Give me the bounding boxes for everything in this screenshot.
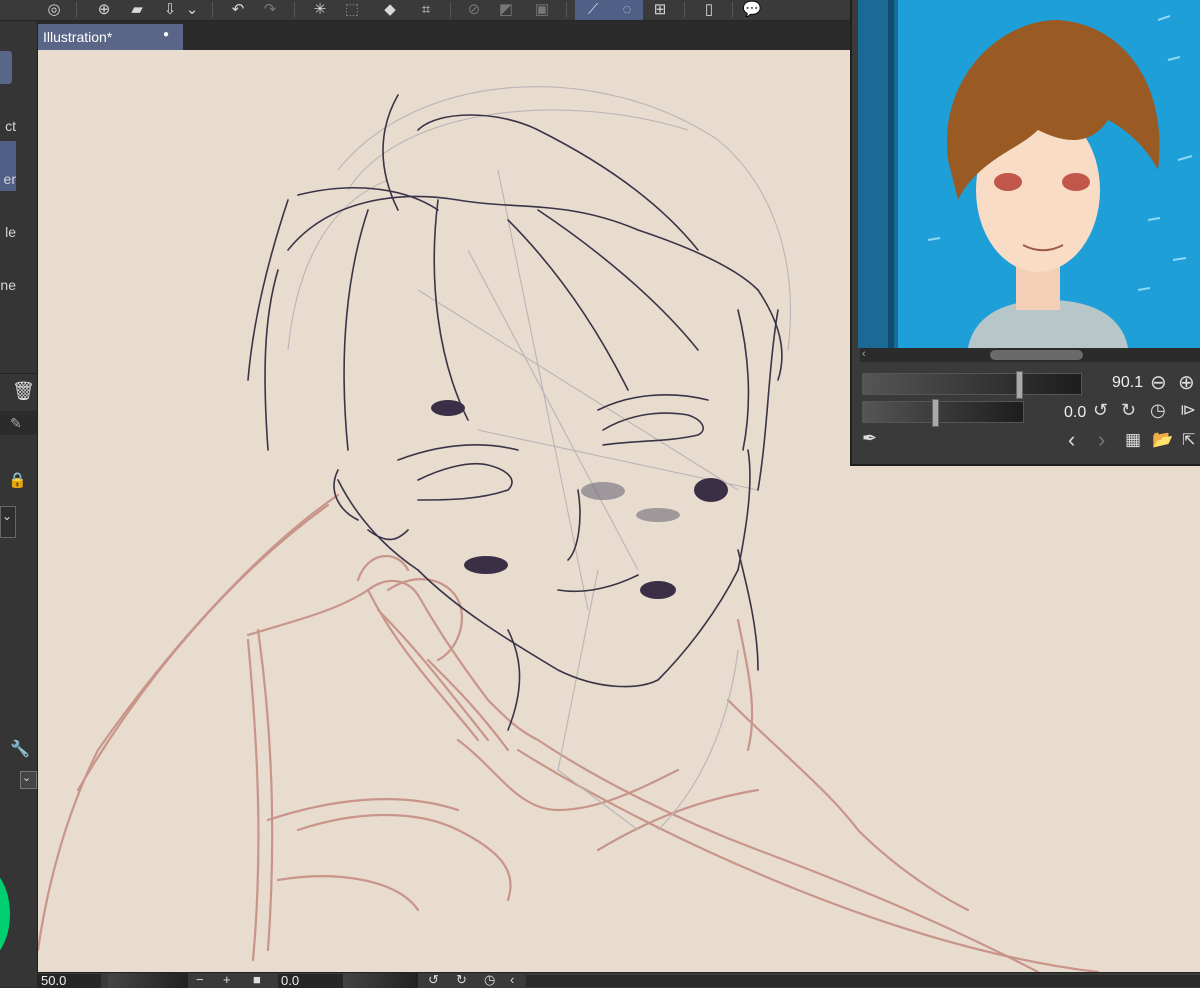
snap-grid-icon[interactable]: ⊞: [648, 0, 672, 20]
unsaved-dot-icon[interactable]: ●: [163, 29, 169, 40]
reference-image-preview[interactable]: [858, 0, 1200, 348]
line-art: [247, 94, 783, 731]
rotation-slider-thumb[interactable]: [932, 399, 939, 427]
status-zoom-in-icon[interactable]: +: [223, 972, 231, 987]
lipstick-smudge: [581, 482, 680, 522]
previous-image-icon[interactable]: ‹: [1068, 427, 1075, 453]
toolbar-separator: [684, 2, 685, 18]
grid-view-icon[interactable]: ▦: [1125, 430, 1141, 450]
eyedropper-icon[interactable]: ✒: [862, 428, 877, 449]
left-eye: [994, 173, 1022, 191]
flip-horizontal-icon[interactable]: ⧐: [1180, 400, 1196, 420]
redo-icon[interactable]: ↷: [258, 0, 282, 20]
invert-selection-icon[interactable]: ◩: [494, 0, 518, 20]
open-image-folder-icon[interactable]: 📂: [1152, 430, 1173, 450]
document-tab[interactable]: Illustration* ●: [38, 24, 183, 50]
snap-ruler-icon[interactable]: ⟋: [575, 0, 611, 20]
status-rotation-slider[interactable]: [343, 973, 418, 988]
document-tab-title: Illustration*: [43, 29, 113, 45]
guide-pencil-lines: [287, 86, 791, 831]
toolbar-separator: [566, 2, 567, 18]
chevron-down-icon[interactable]: ⌄: [22, 771, 31, 784]
status-scroll-left-icon[interactable]: ‹: [510, 972, 514, 987]
rotation-slider-track[interactable]: [862, 399, 1024, 427]
panel-tab-handle[interactable]: [0, 51, 12, 84]
lock-icon[interactable]: 🔒: [8, 471, 27, 489]
rotation-slider[interactable]: [862, 399, 1024, 427]
toolbar-separator: [212, 2, 213, 18]
zoom-slider-thumb[interactable]: [1016, 371, 1023, 399]
scrollbar-thumb[interactable]: [990, 350, 1083, 360]
undo-icon[interactable]: ↶: [226, 0, 250, 20]
zoom-slider[interactable]: [862, 371, 1082, 399]
color-wheel[interactable]: [0, 866, 10, 962]
status-zoom-slider[interactable]: [108, 973, 188, 988]
toolbar-separator: [76, 2, 77, 18]
save-icon[interactable]: ⇩: [158, 0, 182, 20]
app-logo-icon[interactable]: ◎: [42, 0, 66, 20]
scroll-left-icon[interactable]: ‹: [862, 348, 866, 360]
clear-selection-icon[interactable]: ⬚: [340, 0, 364, 20]
snap-special-ruler-icon[interactable]: ◌: [611, 0, 643, 20]
left-panel-item-4[interactable]: ne: [0, 277, 16, 293]
trash-icon[interactable]: 🗑: [12, 381, 35, 402]
status-rotation-field[interactable]: 0.0: [278, 974, 343, 988]
zoom-in-icon[interactable]: ⊕: [1178, 370, 1195, 395]
toolbar-separator: [450, 2, 451, 18]
chat-bubble-icon[interactable]: 💬: [740, 0, 764, 20]
chevron-down-icon[interactable]: ⌄: [2, 509, 12, 523]
left-panel-item-3[interactable]: le: [0, 224, 16, 240]
left-panel-item-2[interactable]: er: [0, 171, 16, 187]
zoom-out-icon[interactable]: ⊖: [1150, 370, 1167, 395]
rotation-value: 0.0: [1064, 404, 1087, 421]
open-folder-icon[interactable]: ▰: [125, 0, 149, 20]
toolbar-separator: [294, 2, 295, 18]
new-canvas-icon[interactable]: ⊕: [92, 0, 116, 20]
pen-icon[interactable]: ✎: [10, 415, 22, 432]
reference-image-art: [858, 0, 1200, 348]
status-reset-rotation-icon[interactable]: ◷: [484, 972, 495, 987]
selection-border-icon[interactable]: ▣: [530, 0, 554, 20]
loading-spinner-icon[interactable]: ✳: [308, 0, 332, 20]
status-rotate-right-icon[interactable]: ↻: [456, 972, 467, 987]
left-panel: ct er le ne 🗑 ✎ 🔒 ⌄ 🔧 ⌄: [0, 21, 38, 987]
reset-rotation-icon[interactable]: ◷: [1150, 400, 1166, 421]
transform-icon[interactable]: ⌗: [414, 0, 438, 20]
zoom-slider-track[interactable]: [862, 371, 1082, 399]
status-zoom-out-icon[interactable]: −: [196, 972, 204, 987]
status-zoom-field[interactable]: 50.0: [38, 974, 101, 988]
rotate-right-icon[interactable]: ↻: [1121, 400, 1136, 421]
right-eye: [1062, 173, 1090, 191]
deselect-icon[interactable]: ⊘: [462, 0, 486, 20]
status-fit-icon[interactable]: ■: [253, 972, 261, 987]
horizontal-scrollbar[interactable]: [526, 975, 1200, 987]
fill-bucket-icon[interactable]: ◆: [378, 0, 402, 20]
save-chevron-down-icon[interactable]: ⌄: [184, 0, 200, 20]
rotate-left-icon[interactable]: ↺: [1093, 400, 1108, 421]
window-divider: [888, 0, 894, 348]
toolbar-separator: [732, 2, 733, 18]
divider: [0, 373, 37, 374]
next-image-icon[interactable]: ›: [1098, 427, 1105, 453]
left-panel-item-1[interactable]: ct: [0, 118, 16, 134]
canvas-status-bar: 50.0 − + ■ 0.0 ↺ ↻ ◷ ‹: [38, 972, 1200, 988]
navigator-scrollbar[interactable]: ‹: [860, 348, 1200, 362]
export-icon[interactable]: ⇱: [1182, 430, 1195, 450]
body-rough-sketch: [38, 493, 1100, 972]
smartphone-icon[interactable]: ▯: [697, 0, 721, 20]
wrench-icon[interactable]: 🔧: [10, 739, 30, 759]
status-rotate-left-icon[interactable]: ↺: [428, 972, 439, 987]
zoom-value: 90.1: [1112, 374, 1144, 391]
